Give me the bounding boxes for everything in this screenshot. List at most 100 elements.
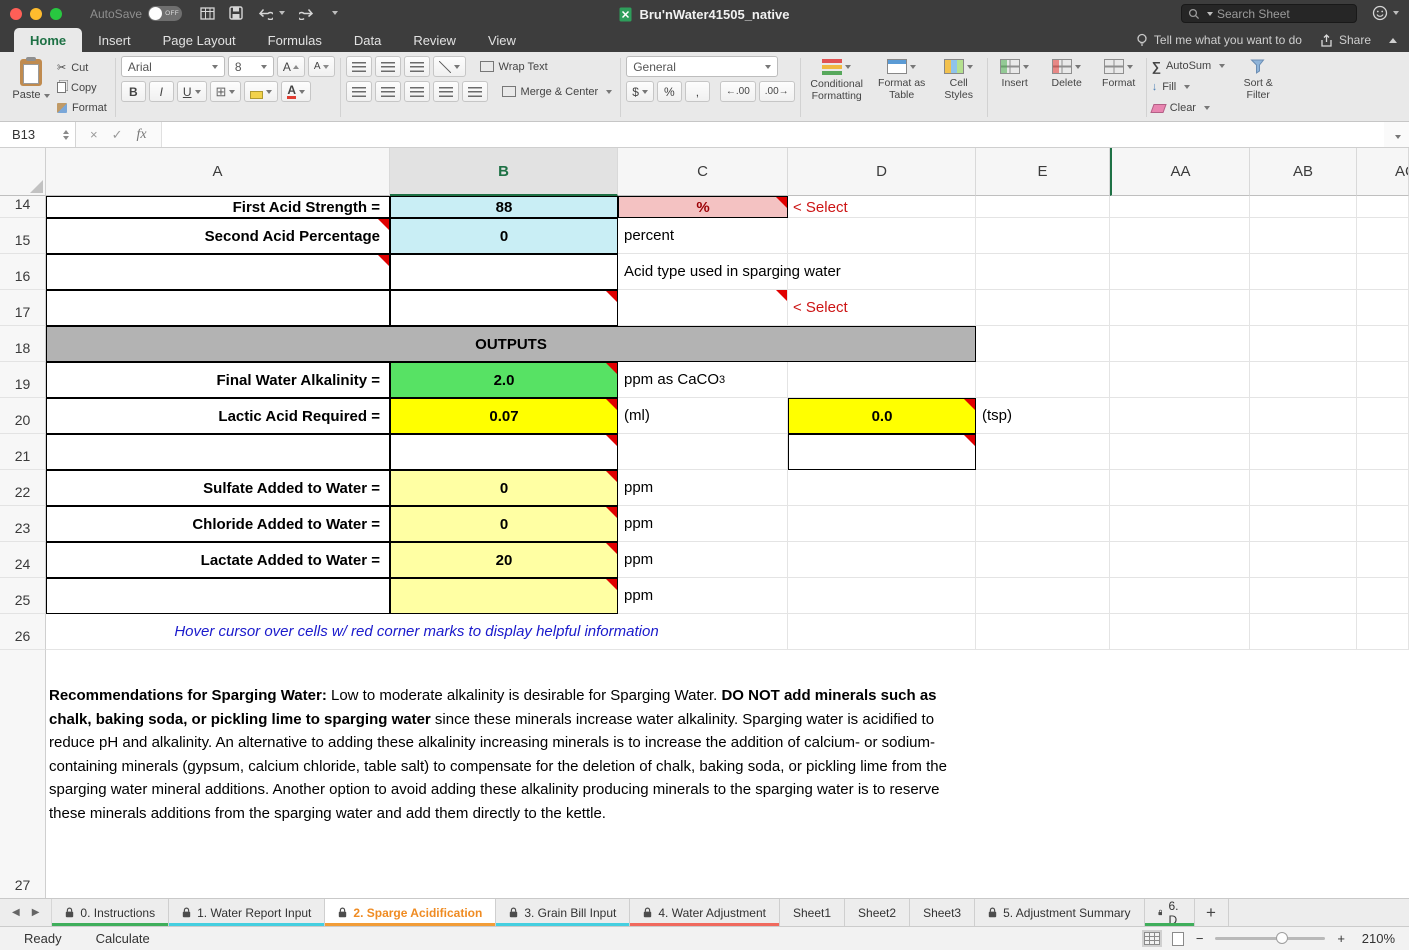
row-header-14[interactable]: 14 xyxy=(0,196,46,218)
minimize-window-button[interactable] xyxy=(30,8,42,20)
column-header-AC[interactable]: AC xyxy=(1357,148,1409,196)
increase-decimal-button[interactable]: ←.00 xyxy=(720,81,756,102)
zoom-level[interactable]: 210% xyxy=(1357,931,1395,946)
row-header-24[interactable]: 24 xyxy=(0,542,46,578)
cell[interactable] xyxy=(1357,326,1409,362)
row-header-18[interactable]: 18 xyxy=(0,326,46,362)
cell[interactable] xyxy=(1357,506,1409,542)
cell-C25[interactable]: ppm xyxy=(618,578,788,614)
clear-button[interactable]: Clear xyxy=(1152,98,1226,118)
close-window-button[interactable] xyxy=(10,8,22,20)
cell-D20[interactable]: 0.0 xyxy=(788,398,976,434)
cell[interactable] xyxy=(976,326,1110,362)
cell[interactable] xyxy=(788,542,976,578)
decrease-decimal-button[interactable]: .00→ xyxy=(759,81,795,102)
currency-format-button[interactable]: $ xyxy=(626,81,654,102)
cell-D21[interactable] xyxy=(788,434,976,470)
autosave-toggle[interactable]: OFF xyxy=(148,6,182,21)
align-top-button[interactable] xyxy=(346,56,372,77)
cell[interactable] xyxy=(1357,218,1409,254)
fill-color-button[interactable] xyxy=(244,81,278,102)
cell[interactable] xyxy=(1110,362,1250,398)
cell[interactable] xyxy=(976,506,1110,542)
sheet-tab-instructions[interactable]: 0. Instructions xyxy=(52,899,169,926)
row-header-27[interactable]: 27 xyxy=(0,650,46,898)
align-left-button[interactable] xyxy=(346,81,372,102)
cell-A25[interactable] xyxy=(46,578,390,614)
row-header-19[interactable]: 19 xyxy=(0,362,46,398)
view-grid-icon[interactable] xyxy=(200,7,215,20)
comma-format-button[interactable]: , xyxy=(685,81,710,102)
row-header-16[interactable]: 16 xyxy=(0,254,46,290)
cell[interactable] xyxy=(1250,506,1357,542)
autosum-button[interactable]: ∑AutoSum xyxy=(1152,56,1226,76)
cell-C21[interactable] xyxy=(618,434,788,470)
cell-C24[interactable]: ppm xyxy=(618,542,788,578)
cell[interactable] xyxy=(976,470,1110,506)
increase-indent-button[interactable] xyxy=(462,81,488,102)
decrease-font-size-button[interactable]: A xyxy=(308,56,335,77)
sheet-nav-left-icon[interactable]: ◀ xyxy=(12,907,20,918)
cell-B25[interactable] xyxy=(390,578,618,614)
row-header-21[interactable]: 21 xyxy=(0,434,46,470)
copy-button[interactable]: Copy xyxy=(54,78,110,97)
cell[interactable] xyxy=(1250,614,1357,650)
cell-A23[interactable]: Chloride Added to Water = xyxy=(46,506,390,542)
cell[interactable] xyxy=(1357,398,1409,434)
cell[interactable] xyxy=(1110,326,1250,362)
cell-A16[interactable] xyxy=(46,254,390,290)
cell-outputs-banner[interactable]: OUTPUTS xyxy=(46,326,976,362)
cell[interactable] xyxy=(788,470,976,506)
save-icon[interactable] xyxy=(229,6,243,20)
tab-review[interactable]: Review xyxy=(397,28,472,52)
cell[interactable] xyxy=(1250,290,1357,326)
cell-B20[interactable]: 0.07 xyxy=(390,398,618,434)
sheet-tab-sheet1[interactable]: Sheet1 xyxy=(780,899,845,926)
cell[interactable] xyxy=(788,578,976,614)
cell[interactable] xyxy=(1250,542,1357,578)
cell-B15[interactable]: 0 xyxy=(390,218,618,254)
cell[interactable] xyxy=(1250,470,1357,506)
cell-B21[interactable] xyxy=(390,434,618,470)
cell[interactable] xyxy=(1250,196,1357,218)
cell-B24[interactable]: 20 xyxy=(390,542,618,578)
formula-cancel-icon[interactable]: × xyxy=(90,127,98,142)
cell-C14[interactable]: % xyxy=(618,196,788,218)
page-layout-view-icon[interactable] xyxy=(1172,932,1184,946)
cell[interactable] xyxy=(788,614,976,650)
cell[interactable] xyxy=(1357,614,1409,650)
cell[interactable] xyxy=(1357,254,1409,290)
italic-button[interactable]: I xyxy=(149,81,174,102)
redo-button[interactable] xyxy=(299,7,315,20)
font-family-select[interactable]: Arial xyxy=(121,56,225,77)
collapse-ribbon-icon[interactable] xyxy=(1389,38,1397,43)
zoom-slider-knob[interactable] xyxy=(1276,932,1288,944)
cell[interactable] xyxy=(976,578,1110,614)
align-bottom-button[interactable] xyxy=(404,56,430,77)
cell-A22[interactable]: Sulfate Added to Water = xyxy=(46,470,390,506)
cell[interactable] xyxy=(1357,290,1409,326)
cell[interactable] xyxy=(1357,578,1409,614)
cell[interactable] xyxy=(1250,326,1357,362)
align-center-button[interactable] xyxy=(375,81,401,102)
cell-A24[interactable]: Lactate Added to Water = xyxy=(46,542,390,578)
sort-filter-button[interactable]: Sort & Filter xyxy=(1235,56,1281,119)
sheet-tab-sparge-acidification[interactable]: 2. Sparge Acidification xyxy=(325,899,496,926)
tab-view[interactable]: View xyxy=(472,28,532,52)
wrap-text-button[interactable]: Wrap Text xyxy=(477,57,551,76)
bold-button[interactable]: B xyxy=(121,81,146,102)
name-box-stepper[interactable] xyxy=(63,130,69,140)
column-header-C[interactable]: C xyxy=(618,148,788,196)
cell[interactable] xyxy=(1250,362,1357,398)
cell-A17[interactable] xyxy=(46,290,390,326)
cell[interactable] xyxy=(1250,398,1357,434)
underline-button[interactable]: U xyxy=(177,81,207,102)
formula-confirm-icon[interactable]: ✓ xyxy=(112,127,123,143)
cell[interactable] xyxy=(1110,254,1250,290)
undo-dropdown-caret-icon[interactable] xyxy=(279,11,285,15)
cut-button[interactable]: ✂Cut xyxy=(54,58,110,77)
row-header-15[interactable]: 15 xyxy=(0,218,46,254)
decrease-indent-button[interactable] xyxy=(433,81,459,102)
zoom-slider[interactable] xyxy=(1215,937,1325,940)
format-painter-button[interactable]: Format xyxy=(54,98,110,117)
